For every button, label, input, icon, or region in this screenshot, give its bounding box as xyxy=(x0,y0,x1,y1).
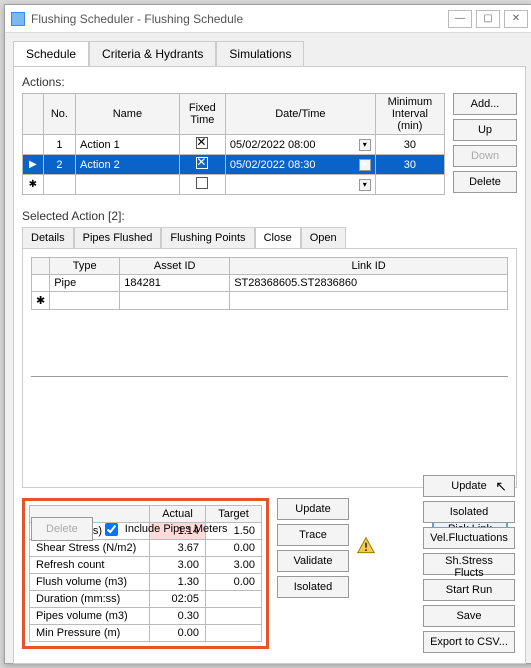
stats-row: Duration (mm:ss)02:05 xyxy=(30,591,262,608)
fixed-time-checkbox[interactable] xyxy=(196,177,208,189)
stats-row: Shear Stress (N/m2)3.670.00 xyxy=(30,540,262,557)
close-window-button[interactable]: ✕ xyxy=(504,10,528,28)
col-fixed: Fixed Time xyxy=(179,94,225,135)
col-link: Link ID xyxy=(230,258,508,275)
start-run-button[interactable]: Start Run xyxy=(423,579,515,601)
maximize-button[interactable]: ▢ xyxy=(476,10,500,28)
date-dropdown-icon[interactable]: ▾ xyxy=(359,159,371,171)
close-grid[interactable]: Type Asset ID Link ID Pipe 184281 ST2836… xyxy=(31,257,508,310)
fixed-time-checkbox[interactable] xyxy=(196,157,208,169)
tab-open[interactable]: Open xyxy=(301,227,346,248)
action-row[interactable]: 1 Action 1 05/02/2022 08:00▾ 30 xyxy=(23,135,445,155)
selected-action-label: Selected Action [2]: xyxy=(22,209,517,223)
date-dropdown-icon[interactable]: ▾ xyxy=(359,139,371,151)
window-title: Flushing Scheduler - Flushing Schedule xyxy=(31,12,243,26)
include-pipes-checkbox[interactable] xyxy=(105,523,118,536)
tab-schedule[interactable]: Schedule xyxy=(13,41,89,66)
right-panel-buttons: Update Isolated Vel.Fluctuations Sh.Stre… xyxy=(423,475,515,653)
action-row-new[interactable]: ✱ ▾ xyxy=(23,175,445,195)
fixed-time-checkbox[interactable] xyxy=(196,137,208,149)
down-button[interactable]: Down xyxy=(453,145,517,167)
include-pipes-check[interactable]: Include Pipes Meters xyxy=(101,520,424,539)
vel-fluct-button[interactable]: Vel.Fluctuations xyxy=(423,527,515,549)
stats-row: Flush volume (m3)1.300.00 xyxy=(30,574,262,591)
col-min: Minimum Interval (min) xyxy=(375,94,444,135)
update-button[interactable]: Update xyxy=(423,475,515,497)
grid-row-new[interactable]: ✱ xyxy=(32,292,508,310)
isolated-button[interactable]: Isolated xyxy=(423,501,515,523)
app-window: Flushing Scheduler - Flushing Schedule —… xyxy=(4,4,531,664)
col-date: Date/Time xyxy=(225,94,375,135)
export-csv-button[interactable]: Export to CSV... xyxy=(423,631,515,653)
col-name: Name xyxy=(76,94,180,135)
inner-tabs: Details Pipes Flushed Flushing Points Cl… xyxy=(22,227,517,248)
tab-flushing-points[interactable]: Flushing Points xyxy=(161,227,254,248)
titlebar: Flushing Scheduler - Flushing Schedule —… xyxy=(5,5,531,33)
close-panel: Type Asset ID Link ID Pipe 184281 ST2836… xyxy=(22,248,517,488)
schedule-panel: Actions: No. Name Fixed Time Date/Time M… xyxy=(13,66,526,664)
main-tabs: Schedule Criteria & Hydrants Simulations xyxy=(13,41,526,66)
stats-mini-buttons: Update Trace Validate Isolated xyxy=(277,498,349,598)
app-icon xyxy=(11,12,25,26)
col-asset: Asset ID xyxy=(120,258,230,275)
add-button[interactable]: Add... xyxy=(453,93,517,115)
action-row-selected[interactable]: ▶ 2 Action 2 05/02/2022 08:30▾ 30 xyxy=(23,155,445,175)
save-button[interactable]: Save xyxy=(423,605,515,627)
stats-row: Min Pressure (m)0.00 xyxy=(30,625,262,642)
date-dropdown-icon[interactable]: ▾ xyxy=(359,179,371,191)
col-type: Type xyxy=(50,258,120,275)
actions-table[interactable]: No. Name Fixed Time Date/Time Minimum In… xyxy=(22,93,445,195)
mini-isolated-button[interactable]: Isolated xyxy=(277,576,349,598)
stats-row: Pipes volume (m3)0.30 xyxy=(30,608,262,625)
col-no: No. xyxy=(43,94,75,135)
delete-link-button[interactable]: Delete xyxy=(31,517,93,541)
minimize-button[interactable]: — xyxy=(448,10,472,28)
tab-pipes-flushed[interactable]: Pipes Flushed xyxy=(74,227,162,248)
stats-row: Refresh count3.003.00 xyxy=(30,557,262,574)
actions-side-buttons: Add... Up Down Delete xyxy=(453,93,517,193)
tab-details[interactable]: Details xyxy=(22,227,74,248)
tab-close[interactable]: Close xyxy=(255,227,301,248)
tab-simulations[interactable]: Simulations xyxy=(216,41,304,66)
delete-action-button[interactable]: Delete xyxy=(453,171,517,193)
mini-validate-button[interactable]: Validate xyxy=(277,550,349,572)
shstress-fluct-button[interactable]: Sh.Stress Flucts xyxy=(423,553,515,575)
grid-row[interactable]: Pipe 184281 ST28368605.ST2836860 xyxy=(32,275,508,292)
tab-criteria[interactable]: Criteria & Hydrants xyxy=(89,41,216,66)
actions-label: Actions: xyxy=(22,75,517,89)
up-button[interactable]: Up xyxy=(453,119,517,141)
